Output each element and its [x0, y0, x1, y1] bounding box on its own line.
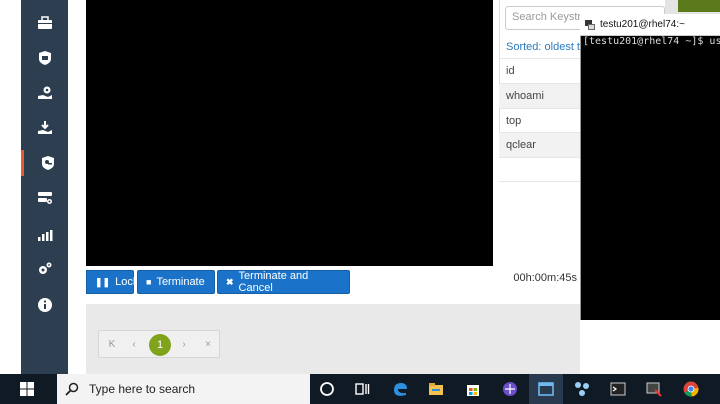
- left-margin: [0, 0, 21, 374]
- terminate-and-cancel-button[interactable]: ✖ Terminate and Cancel: [217, 270, 350, 294]
- terminal-prompt-line: [testu201@rhel74 ~]$ use: [583, 36, 720, 47]
- close-icon: ✖: [226, 276, 234, 287]
- keystroke-row[interactable]: qclear: [499, 132, 580, 157]
- bar-chart-icon[interactable]: [21, 222, 68, 248]
- stop-icon: ■: [146, 277, 152, 287]
- terminal-title: testu201@rhel74:~: [600, 19, 685, 30]
- hand-gear-icon[interactable]: [21, 80, 68, 106]
- pause-icon: ❚❚: [95, 276, 111, 287]
- current-page-button[interactable]: 1: [149, 334, 171, 356]
- task-view-icon[interactable]: [345, 374, 379, 404]
- start-button[interactable]: [0, 374, 54, 404]
- pagination: K ‹ 1 › ×: [98, 330, 220, 358]
- keystroke-row-empty: [499, 157, 580, 182]
- search-icon: [65, 382, 79, 396]
- window-icon[interactable]: [529, 374, 563, 404]
- putty-icon: [585, 19, 595, 30]
- vpn-icon[interactable]: [493, 374, 527, 404]
- next-page-button[interactable]: ›: [175, 331, 193, 357]
- monitor-badge-icon[interactable]: [21, 45, 68, 71]
- terminal-titlebar[interactable]: testu201@rhel74:~: [580, 14, 720, 36]
- network-icon[interactable]: [565, 374, 599, 404]
- app-sidebar: [21, 0, 68, 374]
- cortana-icon[interactable]: [310, 374, 344, 404]
- header-accent-strip: [678, 0, 720, 12]
- keystroke-row[interactable]: whoami: [499, 83, 580, 108]
- briefcase-icon[interactable]: [21, 10, 68, 36]
- monitor-key-icon[interactable]: [21, 150, 71, 176]
- terminal-icon[interactable]: [601, 374, 635, 404]
- lock-button[interactable]: ❚❚ Lock: [86, 270, 138, 294]
- session-playback-screen[interactable]: [86, 0, 493, 266]
- chrome-icon[interactable]: [674, 374, 708, 404]
- keystroke-row[interactable]: id: [499, 58, 580, 83]
- hand-download-icon[interactable]: [21, 115, 68, 141]
- terminal-window[interactable]: [580, 14, 720, 320]
- last-page-button[interactable]: ×: [199, 331, 217, 357]
- prev-page-button[interactable]: ‹: [125, 331, 143, 357]
- session-toolbar: ❚❚ Lock ■ Terminate ✖ Terminate and Canc…: [86, 266, 580, 304]
- info-icon[interactable]: [21, 292, 68, 318]
- remote-icon[interactable]: [637, 374, 671, 404]
- taskbar-search-box[interactable]: Type here to search: [57, 374, 310, 404]
- edge-icon[interactable]: [383, 374, 417, 404]
- sort-order-link[interactable]: Sorted: oldest to: [506, 41, 586, 53]
- sidebar-gap: [68, 0, 86, 374]
- store-icon[interactable]: [456, 374, 490, 404]
- first-page-button[interactable]: K: [103, 331, 121, 357]
- windows-taskbar: Type here to search: [0, 374, 720, 404]
- server-gear-icon[interactable]: [21, 185, 68, 211]
- keystroke-row[interactable]: top: [499, 108, 580, 133]
- session-timer: 00h:00m:45s: [513, 272, 577, 284]
- terminate-button[interactable]: ■ Terminate: [137, 270, 215, 294]
- windows-logo-icon: [20, 382, 34, 396]
- file-explorer-icon[interactable]: [419, 374, 453, 404]
- settings-icon[interactable]: [21, 256, 68, 282]
